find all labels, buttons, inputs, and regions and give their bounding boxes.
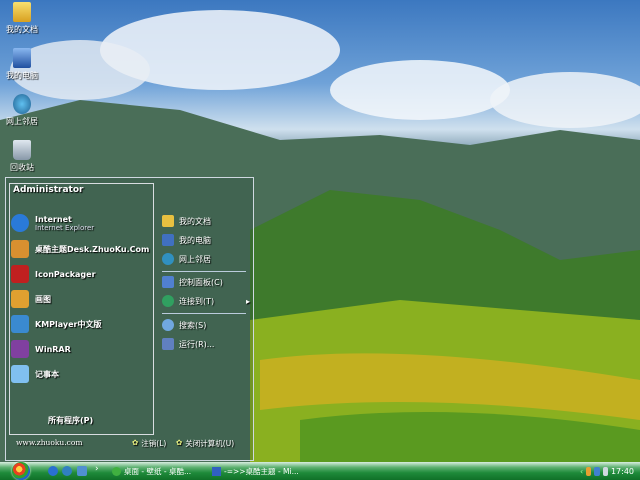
network-tray-icon[interactable]: [594, 466, 600, 476]
network-icon: [13, 94, 31, 114]
system-tray: ‹ 17:40: [580, 462, 640, 480]
desktop-quicklaunch-icon[interactable]: [77, 466, 87, 476]
iconpackager-icon: [11, 265, 29, 283]
desktop-icon-network[interactable]: 网上邻居: [2, 94, 42, 127]
taskbar: › 桌面 - 壁纸 - 桌酷... -=>>桌酷主题 - Mi... ‹ 17:…: [0, 462, 640, 480]
ie-quicklaunch-icon[interactable]: [48, 466, 58, 476]
menu-item-run[interactable]: 运行(R)...: [162, 336, 250, 352]
menu-item-network[interactable]: 网上邻居: [162, 251, 250, 267]
clock[interactable]: 17:40: [611, 467, 634, 476]
winrar-icon: [11, 340, 29, 358]
zhuoku-icon: [11, 240, 29, 258]
menu-item-iconpackager[interactable]: IconPackager: [11, 263, 96, 285]
menu-item-my-documents[interactable]: 我的文档: [162, 213, 250, 229]
menu-item-paint[interactable]: 画图: [11, 288, 51, 310]
volume-tray-icon[interactable]: [602, 466, 608, 476]
menu-item-internet-explorer[interactable]: Internet Internet Explorer: [11, 212, 94, 234]
desktop-icon-my-computer[interactable]: 我的电脑: [2, 48, 42, 81]
notepad-icon: [11, 365, 29, 383]
taskbar-button-word[interactable]: -=>>桌酷主题 - Mi...: [212, 464, 302, 478]
kmplayer-icon: [11, 315, 29, 333]
user-name: Administrator: [13, 185, 84, 195]
network-icon: [162, 253, 174, 265]
menu-item-connect-to[interactable]: 连接到(T) ▸: [162, 293, 250, 309]
paint-icon: [11, 290, 29, 308]
logoff-icon: ✿: [132, 438, 139, 447]
run-icon: [162, 338, 174, 350]
menu-item-kmplayer[interactable]: KMPlayer中文版: [11, 313, 102, 335]
word-icon: [212, 466, 221, 476]
computer-icon: [162, 234, 174, 246]
desktop-icon-my-documents[interactable]: 我的文档: [2, 2, 42, 35]
menu-item-notepad[interactable]: 记事本: [11, 363, 59, 385]
menu-item-my-computer[interactable]: 我的电脑: [162, 232, 250, 248]
submenu-arrow-icon: ▸: [245, 296, 250, 306]
recycle-bin-icon: [13, 140, 31, 160]
menu-item-search[interactable]: 搜索(S): [162, 317, 250, 333]
control-panel-icon: [162, 276, 174, 288]
website-label: www.zhuoku.com: [16, 438, 83, 447]
desktop-icon-recycle-bin[interactable]: 回收站: [2, 140, 42, 173]
network-quicklaunch-icon[interactable]: [62, 466, 72, 476]
ie-icon: [11, 214, 29, 232]
shutdown-icon: ✿: [176, 438, 183, 447]
menu-item-control-panel[interactable]: 控制面板(C): [162, 274, 250, 290]
separator: [162, 271, 246, 272]
qq-tray-icon[interactable]: [586, 466, 592, 476]
connect-icon: [162, 295, 174, 307]
shutdown-button[interactable]: ✿ 关闭计算机(U): [176, 438, 234, 449]
browser-icon: [112, 466, 121, 476]
start-menu: Administrator Internet Internet Explorer …: [5, 177, 254, 461]
tray-expand-button[interactable]: ‹: [580, 467, 583, 476]
logoff-button[interactable]: ✿ 注销(L): [132, 438, 166, 449]
quicklaunch-more-button[interactable]: ›: [95, 464, 105, 474]
separator: [162, 313, 246, 314]
all-programs-button[interactable]: 所有程序(P): [48, 415, 93, 426]
folder-icon: [13, 2, 31, 22]
menu-item-winrar[interactable]: WinRAR: [11, 338, 71, 360]
search-icon: [162, 319, 174, 331]
taskbar-button-browser[interactable]: 桌面 - 壁纸 - 桌酷...: [112, 464, 204, 478]
documents-icon: [162, 215, 174, 227]
start-button[interactable]: [12, 462, 30, 480]
computer-icon: [13, 48, 31, 68]
menu-item-zhuoku[interactable]: 桌酷主题Desk.ZhuoKu.Com: [11, 238, 149, 260]
